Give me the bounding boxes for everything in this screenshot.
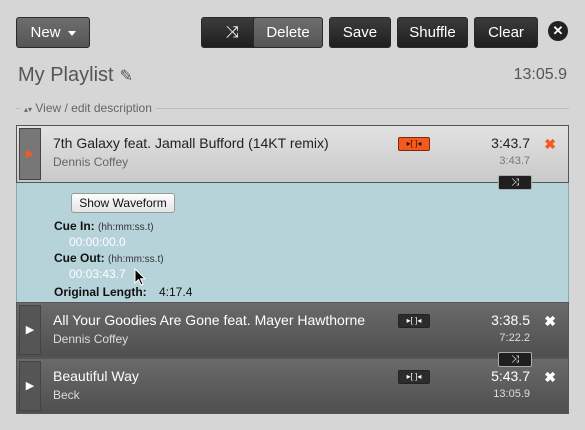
- caret-down-icon: [67, 30, 76, 36]
- cue-in-label: Cue In: (hh:mm:ss.t): [54, 219, 154, 233]
- drag-handle[interactable]: ▶: [19, 361, 41, 411]
- track-duration: 5:43.7: [491, 368, 530, 384]
- cue-out-value[interactable]: 00:03:43.7: [69, 267, 126, 281]
- cue-editor-icon[interactable]: ▸[ ]◂: [398, 314, 430, 328]
- remove-track-icon[interactable]: ✖: [544, 313, 556, 330]
- track-details-panel: Show Waveform Cue In: (hh:mm:ss.t) 00:00…: [16, 183, 569, 302]
- remove-track-icon[interactable]: ✖: [544, 369, 556, 386]
- original-length-value: 4:17.4: [159, 285, 193, 299]
- show-waveform-button[interactable]: Show Waveform: [71, 193, 175, 213]
- cue-in-value[interactable]: 00:00:00.0: [69, 235, 126, 249]
- shuffle-between-icon[interactable]: ⤨: [498, 352, 532, 367]
- cue-editor-icon[interactable]: ▸[ ]◂: [398, 370, 430, 384]
- track-duration: 3:43.7: [491, 135, 530, 151]
- pencil-icon[interactable]: ✎: [120, 66, 133, 86]
- track-row[interactable]: ▶ 7th Galaxy feat. Jamall Bufford (14KT …: [16, 125, 569, 183]
- track-artist: Dennis Coffey: [53, 155, 129, 169]
- mouse-cursor-icon: [134, 268, 146, 286]
- close-icon[interactable]: ✕: [548, 21, 568, 41]
- cue-out-label-text: Cue Out:: [54, 251, 105, 265]
- toolbar: New ⤨ Delete Save Shuffle Clear: [16, 17, 585, 48]
- original-length-label: Original Length:: [54, 285, 147, 299]
- track-title: 7th Galaxy feat. Jamall Bufford (14KT re…: [53, 135, 329, 151]
- description-toggle-label: View / edit description: [35, 101, 152, 115]
- page-title: My Playlist ✎: [18, 64, 133, 87]
- cue-editor-icon[interactable]: ▸[ ]◂: [398, 137, 430, 151]
- description-toggle-row: ▴▾ View / edit description: [16, 99, 569, 119]
- delete-button[interactable]: Delete: [253, 17, 323, 48]
- new-button-label: New: [30, 24, 61, 41]
- track-artist: Beck: [53, 388, 80, 402]
- cue-out-label: Cue Out: (hh:mm:ss.t): [54, 251, 164, 265]
- remove-track-icon[interactable]: ✖: [544, 136, 556, 153]
- shuffle-icon: ⤨: [226, 24, 239, 41]
- track-row[interactable]: ▶ All Your Goodies Are Gone feat. Mayer …: [16, 302, 569, 358]
- track-cumulative-time: 13:05.9: [493, 388, 530, 400]
- play-icon[interactable]: ▶: [20, 323, 40, 337]
- drag-handle[interactable]: ▶: [19, 305, 41, 355]
- drag-handle[interactable]: ▶: [19, 128, 41, 180]
- playlist-title[interactable]: My Playlist: [18, 64, 114, 86]
- shuffle-between-icon[interactable]: ⤨: [498, 175, 532, 190]
- track-cumulative-time: 3:43.7: [499, 155, 530, 167]
- cue-out-format-hint: (hh:mm:ss.t): [108, 254, 164, 265]
- save-button[interactable]: Save: [329, 17, 391, 48]
- track-row[interactable]: ▶ Beautiful Way Beck ▸[ ]◂ 5:43.7 13:05.…: [16, 358, 569, 414]
- playlist-total-length: 13:05.9: [513, 66, 567, 83]
- description-toggle[interactable]: ▴▾ View / edit description: [20, 99, 156, 119]
- cue-in-label-text: Cue In:: [54, 219, 95, 233]
- cue-in-format-hint: (hh:mm:ss.t): [98, 222, 154, 233]
- new-dropdown-button[interactable]: New: [16, 17, 90, 48]
- track-title: Beautiful Way: [53, 368, 139, 384]
- play-icon[interactable]: ▶: [20, 147, 40, 161]
- track-artist: Dennis Coffey: [53, 332, 129, 346]
- track-title: All Your Goodies Are Gone feat. Mayer Ha…: [53, 312, 366, 328]
- sort-arrows-icon: ▴▾: [24, 105, 33, 114]
- shuffle-button[interactable]: Shuffle: [397, 17, 468, 48]
- track-cumulative-time: 7:22.2: [499, 332, 530, 344]
- play-icon[interactable]: ▶: [20, 379, 40, 393]
- clear-button[interactable]: Clear: [474, 17, 538, 48]
- track-list: ▶ 7th Galaxy feat. Jamall Bufford (14KT …: [16, 125, 569, 414]
- track-duration: 3:38.5: [491, 312, 530, 328]
